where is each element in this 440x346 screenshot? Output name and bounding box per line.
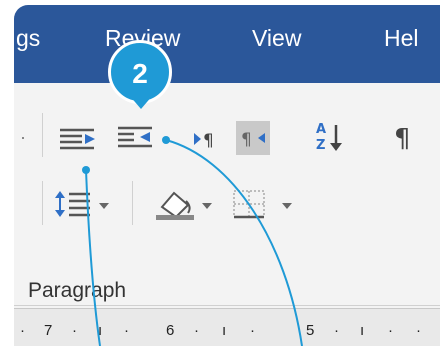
screenshot-frame: gs Review View Hel · ¶ ¶ A Z ¶ Paragraph… — [0, 0, 440, 346]
step-badge-pointer — [129, 95, 153, 109]
callout-dot-left — [82, 166, 90, 174]
callout-lines — [82, 136, 303, 346]
callout-dot-right — [162, 136, 170, 144]
